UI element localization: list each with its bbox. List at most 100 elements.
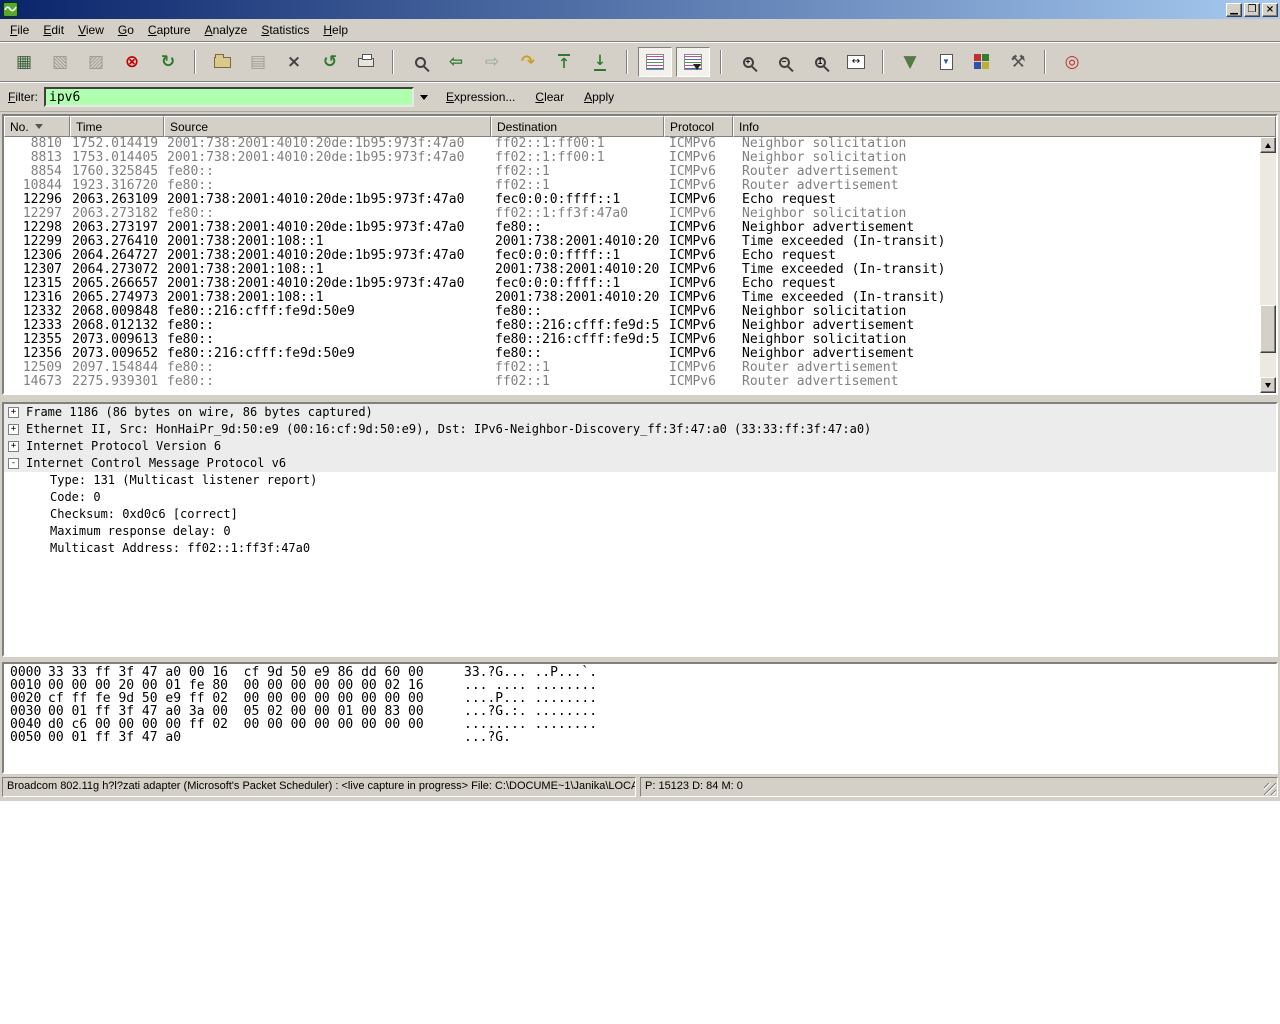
print-button[interactable]: [353, 49, 379, 75]
cell-destination: fec0:0:0:ffff::1: [491, 277, 664, 291]
capture-stop-button[interactable]: ⊗: [119, 49, 145, 75]
list-interfaces-icon: ▦: [16, 54, 32, 71]
filter-input[interactable]: [44, 87, 414, 107]
capture-restart-button[interactable]: ↻: [155, 49, 181, 75]
reload-button[interactable]: ↺: [317, 49, 343, 75]
packet-row[interactable]: 123552073.009613fe80::fe80::216:cfff:fe9…: [4, 333, 1260, 347]
packet-row[interactable]: 123062064.2647272001:738:2001:4010:20de:…: [4, 249, 1260, 263]
auto-scroll-toggle[interactable]: [676, 47, 710, 77]
detail-row[interactable]: Code: 0: [4, 489, 1276, 506]
go-forward-button[interactable]: ⇨: [479, 49, 505, 75]
hex-row[interactable]: 005000 01 ff 3f 47 a0...?G.: [10, 731, 1276, 744]
expand-icon[interactable]: +: [8, 424, 19, 435]
column-header-info[interactable]: Info: [733, 116, 1276, 137]
clear-button[interactable]: Clear: [529, 87, 570, 107]
packet-row[interactable]: 122982063.2731972001:738:2001:4010:20de:…: [4, 221, 1260, 235]
collapse-icon[interactable]: -: [8, 458, 19, 469]
menu-item-go[interactable]: Go: [111, 21, 141, 39]
resize-columns-button[interactable]: ↔: [843, 49, 869, 75]
scrollbar-thumb[interactable]: [1260, 305, 1276, 353]
detail-row[interactable]: +Frame 1186 (86 bytes on wire, 86 bytes …: [4, 404, 1276, 421]
cell-destination: 2001:738:2001:4010:20: [491, 235, 664, 249]
packet-row[interactable]: 125092097.154844fe80::ff02::1ICMPv6Route…: [4, 361, 1260, 375]
restore-button[interactable]: ❐: [1244, 3, 1260, 17]
capture-filter-button[interactable]: ▼: [897, 49, 923, 75]
preferences-button[interactable]: ⚒: [1005, 49, 1031, 75]
packet-row[interactable]: 108441923.316720fe80::ff02::1ICMPv6Route…: [4, 179, 1260, 193]
cell-time: 2275.939301: [70, 375, 164, 389]
detail-row[interactable]: Checksum: 0xd0c6 [correct]: [4, 506, 1276, 523]
packet-row[interactable]: 123332068.012132fe80::fe80::216:cfff:fe9…: [4, 319, 1260, 333]
column-header-time[interactable]: Time: [70, 116, 164, 137]
cell-info: Neighbor solicitation: [733, 305, 1260, 319]
file-close-button[interactable]: ×: [281, 49, 307, 75]
capture-start-button[interactable]: ▨: [83, 49, 109, 75]
colorize-packet-list-toggle[interactable]: [638, 47, 672, 77]
expression-button[interactable]: Expression...: [440, 87, 521, 107]
detail-row[interactable]: Multicast Address: ff02::1:ff3f:47a0: [4, 540, 1276, 557]
capture-options-button[interactable]: ▧: [47, 49, 73, 75]
menu-item-help[interactable]: Help: [316, 21, 355, 39]
scroll-down-button[interactable]: [1260, 377, 1276, 393]
help-button[interactable]: ◎: [1059, 49, 1085, 75]
packet-row[interactable]: 88101752.0144192001:738:2001:4010:20de:1…: [4, 137, 1260, 151]
zoom-100-button[interactable]: 1: [807, 49, 833, 75]
packet-row[interactable]: 123162065.2749732001:738:2001:108::12001…: [4, 291, 1260, 305]
expand-icon[interactable]: +: [8, 441, 19, 452]
detail-row-text: Internet Control Message Protocol v6: [26, 455, 286, 472]
detail-row[interactable]: +Internet Protocol Version 6: [4, 438, 1276, 455]
filter-dropdown-button[interactable]: [415, 88, 432, 106]
packet-row[interactable]: 88541760.325845fe80::ff02::1ICMPv6Router…: [4, 165, 1260, 179]
list-interfaces-button[interactable]: ▦: [11, 49, 37, 75]
go-to-top-button[interactable]: ↑: [551, 49, 577, 75]
minimize-button[interactable]: ▁: [1226, 3, 1242, 17]
capture-restart-icon: ↻: [161, 54, 175, 71]
menu-item-edit[interactable]: Edit: [36, 21, 71, 39]
detail-row[interactable]: Type: 131 (Multicast listener report): [4, 472, 1276, 489]
cell-info: Neighbor solicitation: [733, 151, 1260, 165]
packet-row[interactable]: 123152065.2666572001:738:2001:4010:20de:…: [4, 277, 1260, 291]
column-header-no[interactable]: No.: [4, 116, 70, 137]
column-header-protocol[interactable]: Protocol: [664, 116, 733, 137]
cell-no: 12307: [4, 263, 70, 277]
detail-row[interactable]: +Ethernet II, Src: HonHaiPr_9d:50:e9 (00…: [4, 421, 1276, 438]
file-open-button[interactable]: [209, 49, 235, 75]
go-to-packet-button[interactable]: ↷: [515, 49, 541, 75]
zoom-in-button[interactable]: +: [735, 49, 761, 75]
zoom-out-button[interactable]: −: [771, 49, 797, 75]
column-header-destination[interactable]: Destination: [491, 116, 664, 137]
coloring-rules-button[interactable]: [969, 49, 995, 75]
file-save-as-button[interactable]: ▤: [245, 49, 271, 75]
menu-item-capture[interactable]: Capture: [141, 21, 198, 39]
packet-row[interactable]: 146732275.939301fe80::ff02::1ICMPv6Route…: [4, 375, 1260, 389]
close-button[interactable]: ×: [1262, 3, 1278, 17]
go-back-button[interactable]: ⇦: [443, 49, 469, 75]
packet-list-scrollbar[interactable]: [1260, 137, 1276, 393]
packet-row[interactable]: 122992063.2764102001:738:2001:108::12001…: [4, 235, 1260, 249]
packet-row[interactable]: 123322068.009848fe80::216:cfff:fe9d:50e9…: [4, 305, 1260, 319]
menu-item-statistics[interactable]: Statistics: [254, 21, 316, 39]
packet-row[interactable]: 122962063.2631092001:738:2001:4010:20de:…: [4, 193, 1260, 207]
detail-row[interactable]: -Internet Control Message Protocol v6: [4, 455, 1276, 472]
packet-row[interactable]: 122972063.273182fe80::ff02::1:ff3f:47a0I…: [4, 207, 1260, 221]
packet-row[interactable]: 88131753.0144052001:738:2001:4010:20de:1…: [4, 151, 1260, 165]
detail-row[interactable]: Maximum response delay: 0: [4, 523, 1276, 540]
expand-icon[interactable]: +: [8, 407, 19, 418]
cell-no: 12297: [4, 207, 70, 221]
scroll-up-button[interactable]: [1260, 137, 1276, 153]
find-packet-button[interactable]: [407, 49, 433, 75]
menu-item-file[interactable]: File: [3, 21, 36, 39]
cell-destination: ff02::1:ff00:1: [491, 137, 664, 151]
menu-item-analyze[interactable]: Analyze: [198, 21, 255, 39]
cell-destination: ff02::1: [491, 165, 664, 179]
go-to-bottom-button[interactable]: ↓: [587, 49, 613, 75]
resize-grip-icon[interactable]: [1264, 783, 1276, 795]
apply-button[interactable]: Apply: [578, 87, 620, 107]
packet-list-header: No.TimeSourceDestinationProtocolInfo: [4, 116, 1276, 137]
display-filter-button[interactable]: ▼: [933, 49, 959, 75]
packet-row[interactable]: 123072064.2730722001:738:2001:108::12001…: [4, 263, 1260, 277]
menu-item-view[interactable]: View: [71, 21, 111, 39]
hex-row[interactable]: 0040d0 c6 00 00 00 00 ff 02 00 00 00 00 …: [10, 718, 1276, 731]
packet-row[interactable]: 123562073.009652fe80::216:cfff:fe9d:50e9…: [4, 347, 1260, 361]
column-header-source[interactable]: Source: [164, 116, 491, 137]
